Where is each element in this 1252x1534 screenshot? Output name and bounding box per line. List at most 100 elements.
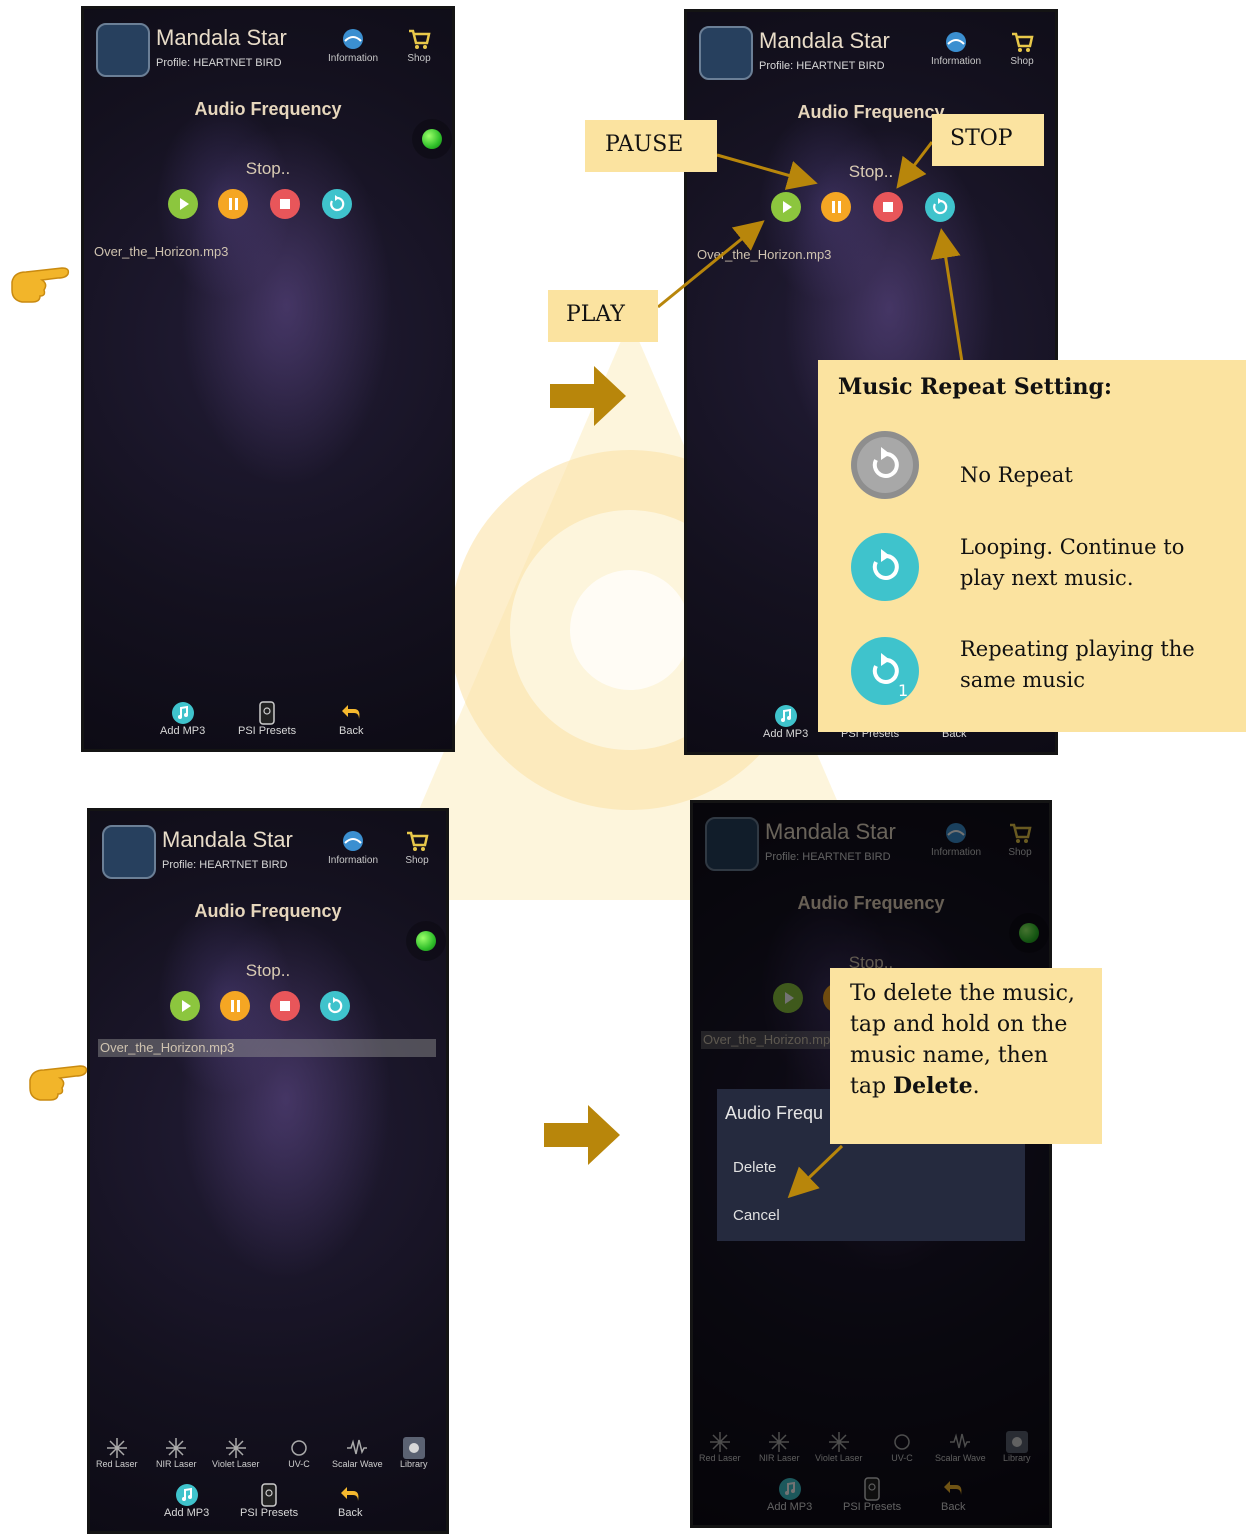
- music-note-icon: [175, 1484, 198, 1506]
- next-step-arrow-icon: [544, 1105, 620, 1165]
- status-indicator-led: [416, 931, 436, 951]
- dialog-cancel-option[interactable]: Cancel: [733, 1207, 780, 1224]
- nir-laser-label: NIR Laser: [156, 1459, 197, 1469]
- play-callout: PLAY: [548, 290, 658, 342]
- stop-button[interactable]: [270, 189, 300, 219]
- music-note-icon: [171, 702, 194, 724]
- playback-controls: [84, 189, 452, 221]
- app-header: Mandala Star Profile: HEARTNET BIRD Info…: [96, 19, 442, 79]
- add-mp3-label: Add MP3: [160, 725, 206, 737]
- status-indicator-led: [422, 129, 442, 149]
- repeat-button[interactable]: [322, 189, 352, 219]
- information-button[interactable]: Information: [931, 30, 981, 67]
- starburst-icon: [166, 1438, 187, 1458]
- shop-button[interactable]: Shop: [404, 829, 430, 866]
- bottom-nav: Add MP3 PSI Presets Back: [84, 701, 452, 745]
- play-button[interactable]: [771, 192, 801, 222]
- no-repeat-icon: [851, 431, 919, 499]
- back-button[interactable]: Back: [338, 1483, 362, 1519]
- information-button[interactable]: Information: [328, 829, 378, 866]
- track-item[interactable]: Over_the_Horizon.mp3: [695, 246, 1045, 264]
- pause-callout-text: PAUSE: [605, 132, 684, 157]
- scalar-wave-label: Scalar Wave: [332, 1459, 383, 1469]
- pause-icon: [229, 198, 238, 210]
- back-label: Back: [339, 725, 364, 737]
- app-header: Mandala Star Profile: HEARTNET BIRD Info…: [699, 22, 1045, 82]
- playback-controls: [90, 991, 446, 1023]
- add-mp3-button[interactable]: Add MP3: [160, 701, 205, 737]
- add-mp3-button[interactable]: Add MP3: [763, 704, 808, 740]
- looping-text: Looping. Continue to play next music.: [960, 535, 1185, 590]
- red-laser-button[interactable]: Red Laser: [96, 1437, 138, 1469]
- track-item-selected[interactable]: Over_the_Horizon.mp3: [98, 1039, 436, 1057]
- psi-presets-button[interactable]: PSI Presets: [238, 701, 296, 737]
- music-note-icon: [774, 705, 797, 727]
- track-item[interactable]: Over_the_Horizon.mp3: [92, 243, 442, 261]
- phone-screen-delete-dialog: Mandala Star Profile: HEARTNET BIRD Info…: [690, 800, 1052, 1528]
- bottom-nav: Add MP3 PSI Presets Back: [90, 1483, 446, 1527]
- starburst-icon: [106, 1438, 127, 1458]
- app-title: Mandala Star: [156, 25, 287, 50]
- next-step-arrow-icon: [550, 366, 626, 426]
- violet-laser-button[interactable]: Violet Laser: [212, 1437, 259, 1469]
- psi-device-icon: [259, 701, 275, 725]
- dialog-delete-option[interactable]: Delete: [733, 1159, 776, 1176]
- play-icon: [783, 201, 792, 213]
- pause-button[interactable]: [220, 991, 250, 1021]
- repeat-icon: [330, 195, 345, 212]
- phone-screen-selected-track: Mandala Star Profile: HEARTNET BIRD Info…: [87, 808, 449, 1534]
- back-label: Back: [338, 1507, 363, 1519]
- profile-label: Profile: HEARTNET BIRD: [156, 57, 282, 69]
- shop-button[interactable]: Shop: [1009, 30, 1035, 67]
- profile-label: Profile: HEARTNET BIRD: [759, 60, 885, 72]
- play-button[interactable]: [170, 991, 200, 1021]
- back-arrow-icon: [342, 705, 360, 719]
- repeat-icon: [328, 997, 343, 1014]
- cart-icon: [409, 29, 431, 49]
- stop-icon: [280, 199, 290, 209]
- repeat-button[interactable]: [320, 991, 350, 1021]
- globe-icon: [946, 32, 967, 52]
- pause-button[interactable]: [218, 189, 248, 219]
- information-label: Information: [328, 53, 379, 64]
- delete-hint-after: .: [972, 1074, 980, 1099]
- delete-hint-text: To delete the music, tap and hold on the…: [850, 978, 1090, 1102]
- back-button[interactable]: Back: [339, 701, 363, 737]
- information-button[interactable]: Information: [328, 27, 378, 64]
- psi-presets-label: PSI Presets: [240, 1507, 299, 1519]
- play-icon: [182, 1000, 191, 1012]
- repeat-icon: [933, 198, 948, 215]
- red-laser-label: Red Laser: [96, 1459, 138, 1469]
- app-logo: [96, 23, 150, 77]
- pause-button[interactable]: [821, 192, 851, 222]
- globe-icon: [343, 29, 364, 49]
- stop-button[interactable]: [873, 192, 903, 222]
- stop-callout: STOP: [932, 114, 1044, 166]
- psi-presets-button[interactable]: PSI Presets: [240, 1483, 298, 1519]
- repeat-one-badge: 1: [898, 681, 908, 700]
- delete-hint-bold: Delete: [893, 1073, 973, 1099]
- repeat-button[interactable]: [925, 192, 955, 222]
- information-label: Information: [931, 56, 982, 67]
- violet-laser-label: Violet Laser: [212, 1459, 260, 1469]
- stop-button[interactable]: [270, 991, 300, 1021]
- repeat-one-icon: 1: [851, 637, 919, 705]
- add-mp3-button[interactable]: Add MP3: [164, 1483, 209, 1519]
- library-button[interactable]: Library: [400, 1437, 428, 1469]
- repeat-settings-callout: Music Repeat Setting: No Repeat Looping.…: [818, 360, 1246, 732]
- uvc-label: UV-C: [288, 1459, 310, 1469]
- pause-callout: PAUSE: [585, 120, 717, 172]
- shop-button[interactable]: Shop: [406, 27, 432, 64]
- library-label: Library: [400, 1459, 428, 1469]
- psi-device-icon: [261, 1483, 277, 1507]
- information-label: Information: [328, 855, 379, 866]
- play-button[interactable]: [168, 189, 198, 219]
- app-title: Mandala Star: [162, 827, 293, 852]
- uvc-button[interactable]: UV-C: [288, 1437, 310, 1469]
- playback-status: Stop..: [245, 159, 291, 178]
- section-title: Audio Frequency: [194, 99, 342, 119]
- playback-status: Stop..: [245, 961, 291, 980]
- repeat-settings-title: Music Repeat Setting:: [838, 374, 1112, 400]
- scalar-wave-button[interactable]: Scalar Wave: [332, 1437, 383, 1469]
- nir-laser-button[interactable]: NIR Laser: [156, 1437, 197, 1469]
